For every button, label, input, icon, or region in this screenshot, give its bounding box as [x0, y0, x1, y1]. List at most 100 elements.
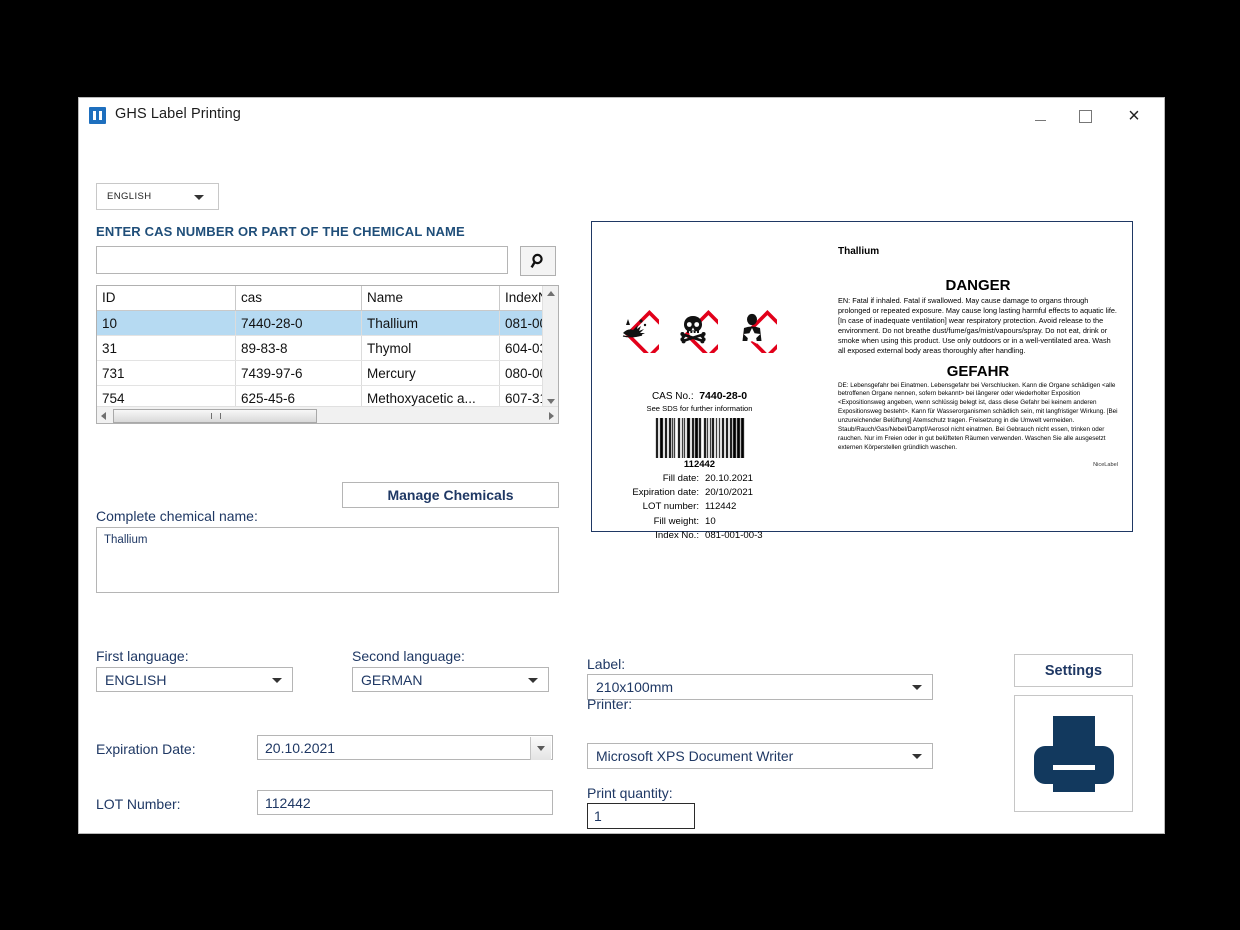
table-vertical-scrollbar[interactable] — [542, 286, 558, 409]
environment-hazard-pictogram — [609, 303, 659, 353]
hazard-text-en: EN: Fatal if inhaled. Fatal if swallowed… — [838, 296, 1118, 356]
magnifier-icon — [530, 253, 547, 270]
search-input[interactable] — [96, 246, 508, 274]
search-row — [96, 246, 559, 276]
chevron-down-icon — [537, 746, 545, 751]
lot-number-label: LOT Number: — [96, 796, 181, 812]
cell-name: Mercury — [362, 361, 500, 386]
meta-key: Fill date: — [592, 472, 705, 486]
second-language-label: Second language: — [352, 648, 465, 664]
pictogram-row — [609, 303, 777, 353]
signal-word-en: DANGER — [838, 277, 1118, 294]
table-row[interactable]: 10 7440-28-0 Thallium 081-001 — [97, 311, 559, 336]
printer-label: Printer: — [587, 696, 632, 712]
close-button[interactable]: × — [1108, 100, 1160, 132]
maximize-button[interactable] — [1063, 100, 1108, 132]
scroll-left-icon[interactable] — [101, 412, 106, 420]
cell-id: 731 — [97, 361, 236, 386]
lot-number-field[interactable]: 112442 — [257, 790, 553, 815]
scroll-right-icon[interactable] — [549, 412, 554, 420]
label-chemical-name: Thallium — [838, 246, 1118, 257]
settings-button[interactable]: Settings — [1014, 654, 1133, 687]
barcode-number: 112442 — [597, 459, 802, 470]
maximize-icon — [1079, 110, 1092, 123]
complete-chemical-name-label: Complete chemical name: — [96, 508, 258, 524]
print-quantity-input[interactable]: 1 — [587, 803, 695, 829]
label-meta-list: Fill date:20.10.2021 Expiration date:20/… — [592, 472, 802, 543]
search-section-title: ENTER CAS NUMBER OR PART OF THE CHEMICAL… — [96, 224, 465, 239]
barcode-image — [655, 418, 745, 458]
skull-crossbones-pictogram — [668, 303, 718, 353]
meta-value: 20.10.2021 — [705, 472, 753, 486]
column-header-cas[interactable]: cas — [236, 286, 362, 311]
table-horizontal-scrollbar[interactable] — [97, 406, 558, 423]
first-language-value: ENGLISH — [105, 672, 166, 688]
meta-row: LOT number:112442 — [592, 500, 802, 514]
label-size-label: Label: — [587, 656, 625, 672]
meta-row: Fill date:20.10.2021 — [592, 472, 802, 486]
scroll-up-icon[interactable] — [547, 291, 555, 296]
ui-language-value: ENGLISH — [107, 191, 152, 202]
chevron-down-icon — [912, 685, 922, 690]
expiration-date-label: Expiration Date: — [96, 741, 196, 757]
second-language-select[interactable]: GERMAN — [352, 667, 549, 692]
ui-language-select[interactable]: ENGLISH — [96, 183, 219, 210]
window-content: ENGLISH ENTER CAS NUMBER OR PART OF THE … — [79, 135, 1164, 834]
scroll-thumb[interactable] — [113, 409, 317, 423]
health-hazard-pictogram — [727, 303, 777, 353]
column-header-name[interactable]: Name — [362, 286, 500, 311]
cas-block: CAS No.: 7440-28-0 See SDS for further i… — [597, 390, 802, 413]
scroll-grip-icon — [211, 413, 221, 419]
nicelabel-watermark: NiceLabel — [838, 462, 1118, 468]
table-row[interactable]: 31 89-83-8 Thymol 604-032 — [97, 336, 559, 361]
meta-row: Fill weight:10 — [592, 515, 802, 529]
chemicals-table-inner: ID cas Name IndexNo 10 7440-28-0 Thalliu… — [97, 286, 559, 424]
chevron-down-icon — [272, 678, 282, 683]
meta-row: Index No.:081-001-00-3 — [592, 529, 802, 543]
expiration-date-value: 20.10.2021 — [265, 740, 335, 756]
meta-value: 112442 — [705, 500, 736, 514]
cell-name: Thallium — [362, 311, 500, 336]
expiration-date-field[interactable]: 20.10.2021 — [257, 735, 553, 760]
meta-key: LOT number: — [592, 500, 705, 514]
table-header-row: ID cas Name IndexNo — [97, 286, 559, 311]
label-preview: CAS No.: 7440-28-0 See SDS for further i… — [591, 221, 1133, 532]
label-size-value: 210x100mm — [596, 679, 673, 695]
search-button[interactable] — [520, 246, 556, 276]
table-row[interactable]: 731 7439-97-6 Mercury 080-001 — [97, 361, 559, 386]
cas-label: CAS No.: — [652, 391, 694, 402]
window-title: GHS Label Printing — [115, 106, 241, 122]
meta-value: 20/10/2021 — [705, 486, 753, 500]
cell-cas: 7439-97-6 — [236, 361, 362, 386]
label-text-block: Thallium DANGER EN: Fatal if inhaled. Fa… — [838, 234, 1118, 468]
minimize-button[interactable] — [1018, 100, 1063, 132]
chevron-down-icon — [912, 754, 922, 759]
cell-id: 10 — [97, 311, 236, 336]
manage-chemicals-button[interactable]: Manage Chemicals — [342, 482, 559, 508]
printer-icon — [1030, 713, 1118, 795]
print-button[interactable] — [1014, 695, 1133, 812]
meta-value: 10 — [705, 515, 716, 529]
hazard-text-de: DE: Lebensgefahr bei Einatmen. Lebensgef… — [838, 382, 1118, 454]
title-bar: GHS Label Printing × — [79, 98, 1164, 135]
label-size-select[interactable]: 210x100mm — [587, 674, 933, 700]
app-logo-icon — [89, 107, 106, 124]
cas-value: 7440-28-0 — [699, 390, 747, 402]
printer-value: Microsoft XPS Document Writer — [596, 748, 793, 764]
printer-select[interactable]: Microsoft XPS Document Writer — [587, 743, 933, 769]
scroll-down-icon[interactable] — [547, 399, 555, 404]
chemicals-table[interactable]: ID cas Name IndexNo 10 7440-28-0 Thalliu… — [96, 285, 559, 424]
sds-note: See SDS for further information — [597, 404, 802, 413]
meta-key: Index No.: — [592, 529, 705, 543]
date-picker-button[interactable] — [530, 737, 551, 760]
meta-row: Expiration date:20/10/2021 — [592, 486, 802, 500]
complete-chemical-name-field[interactable]: Thallium — [96, 527, 559, 593]
first-language-select[interactable]: ENGLISH — [96, 667, 293, 692]
chevron-down-icon — [194, 195, 204, 200]
app-window: GHS Label Printing × ENGLISH ENTER CAS N… — [78, 97, 1165, 834]
chevron-down-icon — [528, 678, 538, 683]
cell-name: Thymol — [362, 336, 500, 361]
cell-cas: 89-83-8 — [236, 336, 362, 361]
signal-word-de: GEFAHR — [838, 363, 1118, 380]
column-header-id[interactable]: ID — [97, 286, 236, 311]
